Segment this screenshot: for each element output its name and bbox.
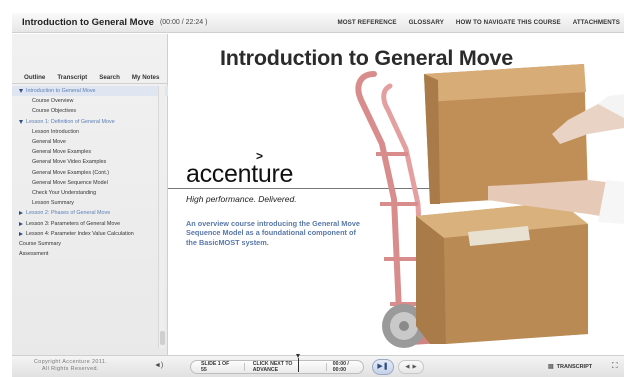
outline-item-label: General Move Examples <box>32 149 92 156</box>
expand-down-icon[interactable] <box>19 119 23 124</box>
accenture-logo: accenture <box>186 160 294 188</box>
outline-item[interactable]: General Move Sequence Model <box>12 178 168 188</box>
outline-item[interactable]: Lesson Introduction <box>12 127 168 137</box>
transcript-label: TRANSCRIPT <box>556 364 593 370</box>
slide-title: Introduction to General Move <box>220 46 514 70</box>
tab-search[interactable]: Search <box>99 74 120 81</box>
outline-scrollbar[interactable] <box>158 86 165 348</box>
nav-how-to-navigate[interactable]: HOW TO NAVIGATE THIS COURSE <box>456 19 561 26</box>
outline-item-label: Lesson Introduction <box>32 128 80 135</box>
outline-item[interactable]: General Move Examples <box>12 147 168 157</box>
nav-attachments[interactable]: ATTACHMENTS <box>573 19 620 26</box>
prev-next-buttons[interactable]: ◀ ▶ <box>398 360 424 374</box>
slide-counter: SLIDE 1 OF 55 <box>201 361 230 373</box>
outline-item-label: Lesson 2: Phases of General Move <box>26 210 111 217</box>
outline-item[interactable]: Course Summary <box>12 239 168 249</box>
outline-item-label: General Move <box>32 139 66 146</box>
title-bar: Introduction to General Move (00:00 / 22… <box>12 13 624 33</box>
outline-item[interactable]: Introduction to General Move <box>12 86 168 97</box>
slide-timer: 00:00 / 00:00 <box>332 361 349 373</box>
outline-item-label: Course Summary <box>19 240 61 247</box>
tab-outline[interactable]: Outline <box>24 74 45 81</box>
transcript-button[interactable]: ▤ TRANSCRIPT <box>548 363 592 370</box>
outline-item[interactable]: Course Objectives <box>12 106 168 116</box>
outline-item-label: Course Objectives <box>32 108 77 115</box>
copyright-line-1: Copyright Accenture 2011. <box>34 359 108 365</box>
outline-item-label: Introduction to General Move <box>26 88 96 95</box>
brand-tagline: High performance. Delivered. <box>186 194 297 204</box>
pill-divider <box>325 363 327 371</box>
outline-item-label: Lesson 4: Parameter Index Value Calculat… <box>26 230 134 237</box>
copyright-notice: Copyright Accenture 2011. All Rights Res… <box>34 359 134 373</box>
logo-divider <box>168 188 624 189</box>
outline-item[interactable]: Lesson 1: Definition of General Move <box>12 117 168 127</box>
collapse-right-icon[interactable] <box>19 231 23 236</box>
outline-item[interactable]: Lesson 2: Phases of General Move <box>12 208 168 218</box>
outline-item[interactable]: Lesson 3: Parameters of General Move <box>12 218 168 228</box>
course-timecode: (00:00 / 22:24 ) <box>159 19 208 26</box>
outline-item-label: General Move Video Examples <box>32 159 107 166</box>
outline-item[interactable]: General Move Video Examples <box>12 157 168 167</box>
sidebar-tabs: Outline Transcript Search My Notes <box>12 71 168 84</box>
nav-glossary[interactable]: GLOSSARY <box>409 19 444 26</box>
outline-item[interactable]: Lesson 4: Parameter Index Value Calculat… <box>12 229 168 239</box>
slide-progress-pill: SLIDE 1 OF 55 CLICK NEXT TO ADVANCE 00:0… <box>190 360 364 374</box>
outline-item-label: Assessment <box>19 251 49 258</box>
volume-icon[interactable]: ◄) <box>154 362 166 372</box>
course-title: Introduction to General Move <box>22 17 154 28</box>
nav-most-reference[interactable]: MOST REFERENCE <box>337 19 396 26</box>
outline-scroll-thumb[interactable] <box>160 331 165 345</box>
fullscreen-icon[interactable]: ⛶ <box>612 361 618 371</box>
outline-panel: Outline Transcript Search My Notes Intro… <box>12 34 168 355</box>
copyright-line-2: All Rights Reserved. <box>42 365 99 372</box>
play-button[interactable]: ▶❚ <box>372 359 394 375</box>
outline-item[interactable]: General Move <box>12 137 168 147</box>
outline-item[interactable]: Check Your Understanding <box>12 188 168 198</box>
scrubber-line[interactable] <box>298 358 299 372</box>
outline-item-label: Lesson 3: Parameters of General Move <box>26 220 121 227</box>
outline-item-label: General Move Sequence Model <box>32 179 108 186</box>
outline-item-label: Check Your Understanding <box>32 189 97 196</box>
advance-hint: CLICK NEXT TO ADVANCE <box>252 361 293 373</box>
slide-description: An overview course introducing the Gener… <box>186 219 360 247</box>
top-nav: MOST REFERENCE GLOSSARY HOW TO NAVIGATE … <box>325 19 620 26</box>
collapse-right-icon[interactable] <box>19 211 23 216</box>
outline-item-label: General Move Examples (Cont.) <box>32 169 109 176</box>
outline-item-label: Lesson Summary <box>32 200 74 207</box>
player-controls-bar: Copyright Accenture 2011. All Rights Res… <box>12 354 624 377</box>
playback-controls: ▶❚ ◀ ▶ <box>372 359 432 375</box>
pill-divider <box>243 363 245 371</box>
outline-item[interactable]: Assessment <box>12 249 168 259</box>
outline-item-label: Course Overview <box>32 98 74 105</box>
outline-item[interactable]: General Move Examples (Cont.) <box>12 168 168 178</box>
outline-item[interactable]: Lesson Summary <box>12 198 168 208</box>
transcript-icon: ▤ <box>548 364 554 370</box>
expand-down-icon[interactable] <box>19 89 23 94</box>
tab-my-notes[interactable]: My Notes <box>132 74 160 81</box>
tab-transcript[interactable]: Transcript <box>57 74 87 81</box>
outline-item[interactable]: Course Overview <box>12 96 168 106</box>
outline-item-label: Lesson 1: Definition of General Move <box>26 118 115 125</box>
outline-list: Introduction to General Move Course Overv… <box>12 86 168 259</box>
collapse-right-icon[interactable] <box>19 221 23 226</box>
slide-stage: Introduction to General Move > accenture… <box>168 34 624 355</box>
